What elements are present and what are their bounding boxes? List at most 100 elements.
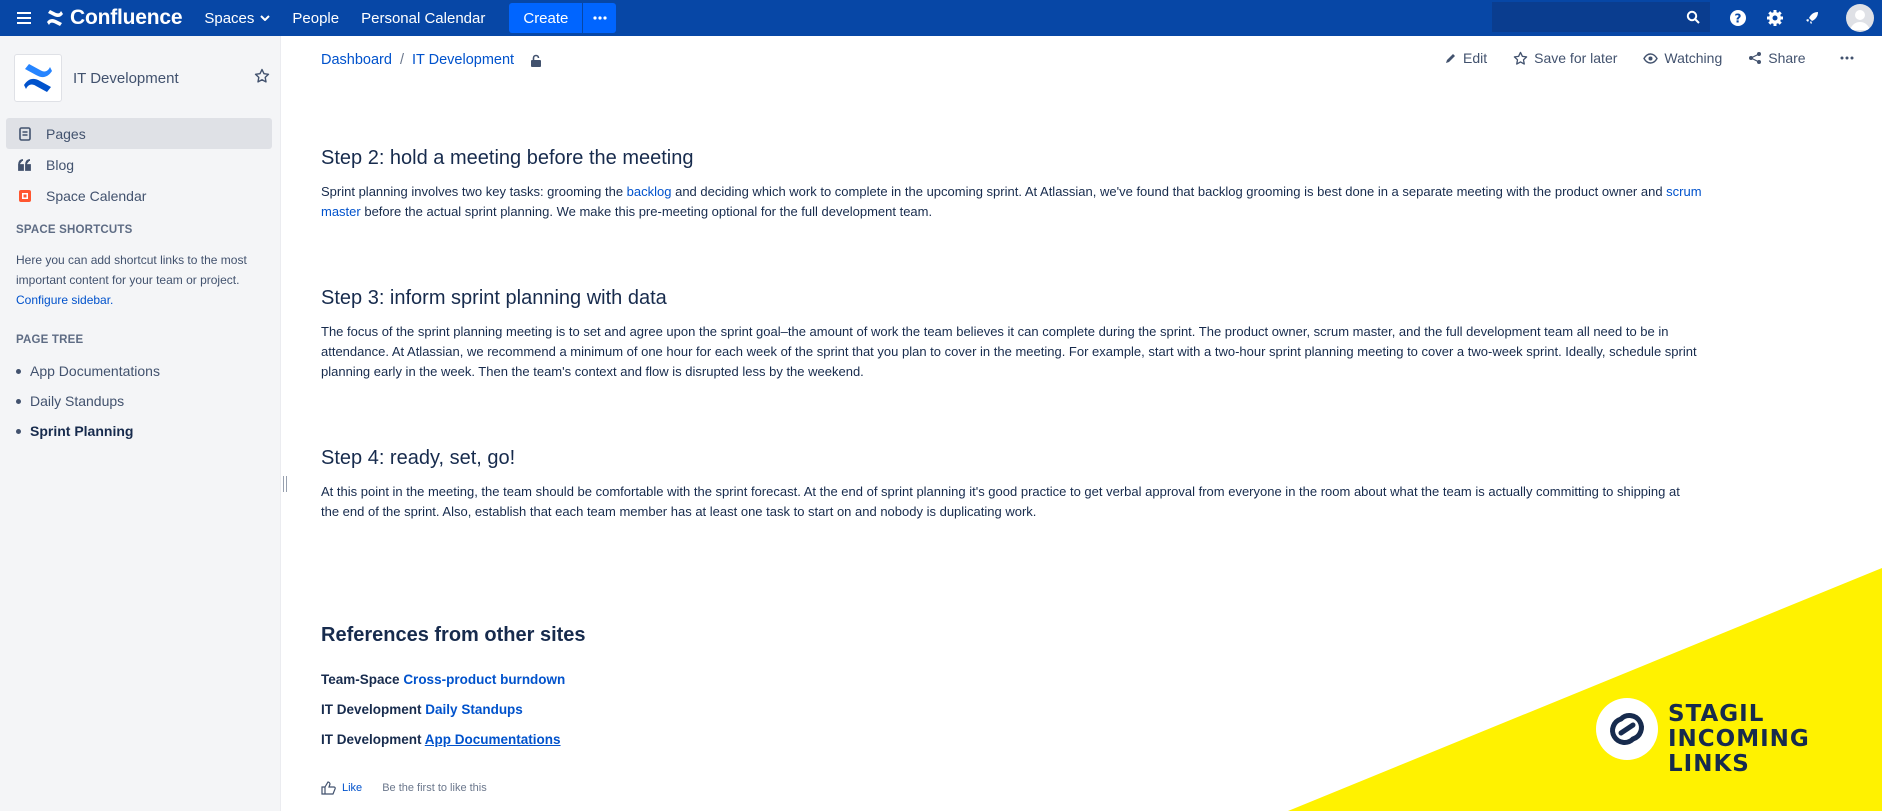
step2-text-a: Sprint planning involves two key tasks: … — [321, 184, 627, 199]
page-tree: App Documentations Daily Standups Sprint… — [16, 356, 160, 446]
tree-item-label: Sprint Planning — [30, 423, 134, 439]
reference-space: Team-Space — [321, 672, 400, 687]
more-actions-button[interactable] — [1840, 56, 1854, 60]
reference-space: IT Development — [321, 732, 422, 747]
stagil-link-icon — [1596, 698, 1658, 760]
more-dots-icon — [1840, 56, 1854, 60]
pencil-icon — [1446, 53, 1455, 63]
tree-item-sprint-planning[interactable]: Sprint Planning — [16, 416, 160, 446]
step2-text-c: before the actual sprint planning. We ma… — [360, 204, 933, 219]
backlog-link[interactable]: backlog — [627, 184, 672, 199]
watching-label: Watching — [1664, 50, 1723, 66]
space-sidebar: IT Development Pages Blog Space Calendar… — [0, 36, 281, 811]
step3-heading: Step 3: inform sprint planning with data — [321, 287, 667, 309]
space-header: IT Development — [14, 54, 274, 102]
step3-line: attendance. At Atlassian, we recommend a… — [321, 344, 1697, 359]
space-name[interactable]: IT Development — [73, 70, 179, 87]
more-dots-icon — [593, 16, 607, 20]
configure-sidebar-link[interactable]: Configure sidebar. — [16, 293, 113, 307]
svg-text:?: ? — [1735, 12, 1742, 26]
help-icon[interactable]: ? — [1726, 6, 1750, 30]
reference-page-link[interactable]: App Documentations — [425, 732, 561, 747]
calendar-icon — [16, 189, 34, 203]
reference-space: IT Development — [321, 702, 422, 717]
scrum-master-link-cont[interactable]: master — [321, 204, 361, 219]
step2-text-b: and deciding which work to complete in t… — [671, 184, 1667, 199]
edit-label: Edit — [1463, 50, 1488, 66]
spaces-label: Spaces — [204, 9, 255, 27]
save-for-later-button[interactable]: Save for later — [1513, 50, 1617, 66]
step4-paragraph: At this point in the meeting, the team s… — [321, 482, 1821, 522]
breadcrumb: Dashboard / IT Development — [321, 52, 542, 68]
eye-icon — [1643, 52, 1659, 64]
reference-item: Team-Space Cross-product burndown — [321, 672, 565, 687]
sidebar-resize-handle[interactable] — [283, 476, 287, 492]
personal-calendar-link[interactable]: Personal Calendar — [361, 10, 485, 27]
share-icon — [1749, 52, 1762, 64]
shortcuts-description: Here you can add shortcut links to the m… — [16, 250, 266, 310]
sidebar-item-blog[interactable]: Blog — [6, 149, 272, 180]
edit-button[interactable]: Edit — [1444, 50, 1487, 66]
user-avatar[interactable] — [1846, 4, 1874, 32]
share-label: Share — [1768, 50, 1806, 66]
space-navigation: Pages Blog Space Calendar — [6, 118, 272, 211]
like-row: Like Be the first to like this — [321, 781, 487, 795]
bullet — [16, 368, 21, 374]
star-icon[interactable] — [254, 68, 270, 87]
share-button[interactable]: Share — [1748, 50, 1806, 66]
settings-gear-icon[interactable] — [1763, 6, 1787, 30]
chevron-down-icon — [260, 15, 271, 21]
create-more-button[interactable] — [582, 3, 617, 33]
quote-icon — [16, 158, 34, 171]
confluence-logo-icon — [47, 10, 63, 26]
step4-line: the end of the sprint. Also, establish t… — [321, 504, 1037, 519]
step3-line: The focus of the sprint planning meeting… — [321, 324, 1669, 339]
bullet — [16, 428, 21, 434]
breadcrumb-separator: / — [399, 52, 404, 68]
scrum-master-link[interactable]: scrum — [1666, 184, 1701, 199]
tree-item-label: Daily Standups — [30, 393, 125, 409]
app-switcher-icon[interactable] — [6, 0, 42, 36]
step3-paragraph: The focus of the sprint planning meeting… — [321, 322, 1821, 382]
banner-line: STAGIL — [1668, 701, 1765, 727]
tree-item-label: App Documentations — [30, 363, 160, 379]
top-navigation: Confluence Spaces People Personal Calend… — [0, 0, 1882, 36]
confluence-space-icon — [24, 64, 52, 92]
people-link[interactable]: People — [292, 10, 339, 27]
reference-page-link[interactable]: Cross-product burndown — [403, 672, 565, 687]
reference-item: IT Development Daily Standups — [321, 702, 523, 717]
reference-item: IT Development App Documentations — [321, 732, 561, 747]
sidebar-item-space-calendar[interactable]: Space Calendar — [6, 180, 272, 211]
space-logo[interactable] — [14, 54, 62, 102]
reference-page-link[interactable]: Daily Standups — [425, 702, 523, 717]
bullet — [16, 398, 21, 404]
search-icon — [1686, 10, 1700, 24]
tree-item-app-documentations[interactable]: App Documentations — [16, 356, 160, 386]
tree-item-daily-standups[interactable]: Daily Standups — [16, 386, 160, 416]
like-button[interactable]: Like — [342, 782, 362, 794]
like-status: Be the first to like this — [382, 782, 487, 794]
spaces-menu[interactable]: Spaces — [204, 9, 271, 27]
thumbs-up-icon[interactable] — [321, 781, 336, 795]
step2-heading: Step 2: hold a meeting before the meetin… — [321, 147, 694, 169]
pages-icon — [16, 126, 34, 141]
references-heading: References from other sites — [321, 624, 586, 646]
page-tree-heading: PAGE TREE — [16, 334, 84, 346]
banner-line: INCOMING — [1668, 726, 1810, 752]
space-shortcuts-heading: SPACE SHORTCUTS — [16, 224, 133, 236]
breadcrumb-dashboard[interactable]: Dashboard — [321, 52, 392, 68]
confluence-logo[interactable]: Confluence — [46, 6, 183, 30]
sidebar-item-label: Space Calendar — [46, 187, 147, 204]
unlock-icon[interactable] — [530, 54, 542, 67]
sidebar-item-pages[interactable]: Pages — [6, 118, 272, 149]
stagil-banner-text: STAGIL INCOMING LINKS — [1668, 702, 1810, 777]
create-button[interactable]: Create — [509, 3, 583, 33]
star-icon — [1513, 51, 1528, 65]
step3-line: planning early in the week. Then the tea… — [321, 364, 864, 379]
breadcrumb-space[interactable]: IT Development — [412, 52, 514, 68]
watching-button[interactable]: Watching — [1643, 50, 1722, 66]
sidebar-item-label: Pages — [46, 125, 86, 142]
step2-paragraph: Sprint planning involves two key tasks: … — [321, 182, 1821, 222]
rocket-icon[interactable] — [1800, 6, 1824, 30]
search-input[interactable] — [1492, 2, 1710, 32]
